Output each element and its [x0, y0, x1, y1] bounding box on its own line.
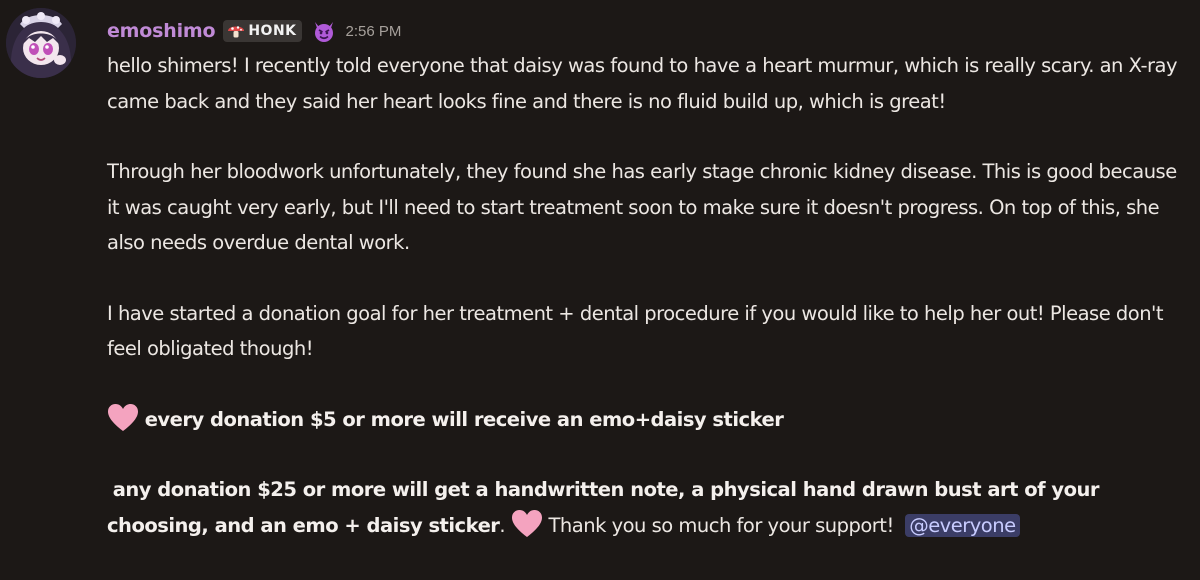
paragraph-heart-update: hello shimers! I recently told everyone … — [107, 54, 1178, 113]
donation-tier-5: every donation $5 or more will receive a… — [107, 402, 1187, 438]
pink-heart-icon — [108, 403, 138, 431]
donation-tier-5-text: every donation $5 or more will receive a… — [144, 407, 784, 431]
pink-heart-icon — [511, 509, 542, 537]
devil-icon[interactable] — [312, 19, 336, 43]
everyone-mention[interactable]: @everyone — [905, 513, 1020, 537]
thank-you-text: Thank you so much for your support! — [548, 513, 895, 537]
message-content: emoshimo HONK 2:56 PM hello shimers! I r… — [107, 14, 1187, 543]
message-header: emoshimo HONK 2:56 PM — [107, 14, 1187, 48]
server-tag[interactable]: HONK — [223, 20, 302, 42]
avatar[interactable] — [6, 8, 76, 78]
mushroom-icon — [228, 26, 245, 38]
chat-message: emoshimo HONK 2:56 PM hello shimers! I r… — [0, 0, 1200, 580]
paragraph-donation-goal: I have started a donation goal for her t… — [107, 301, 1164, 361]
donation-tier-25: any donation $25 or more will get a hand… — [107, 472, 1187, 543]
paragraph-kidney-disease: Through her bloodwork unfortunately, the… — [107, 160, 1177, 254]
server-tag-label: HONK — [248, 23, 297, 39]
avatar-image — [6, 8, 76, 78]
username[interactable]: emoshimo — [107, 20, 216, 42]
donation-tier-25-period: . — [499, 513, 506, 537]
timestamp: 2:56 PM — [345, 22, 402, 40]
